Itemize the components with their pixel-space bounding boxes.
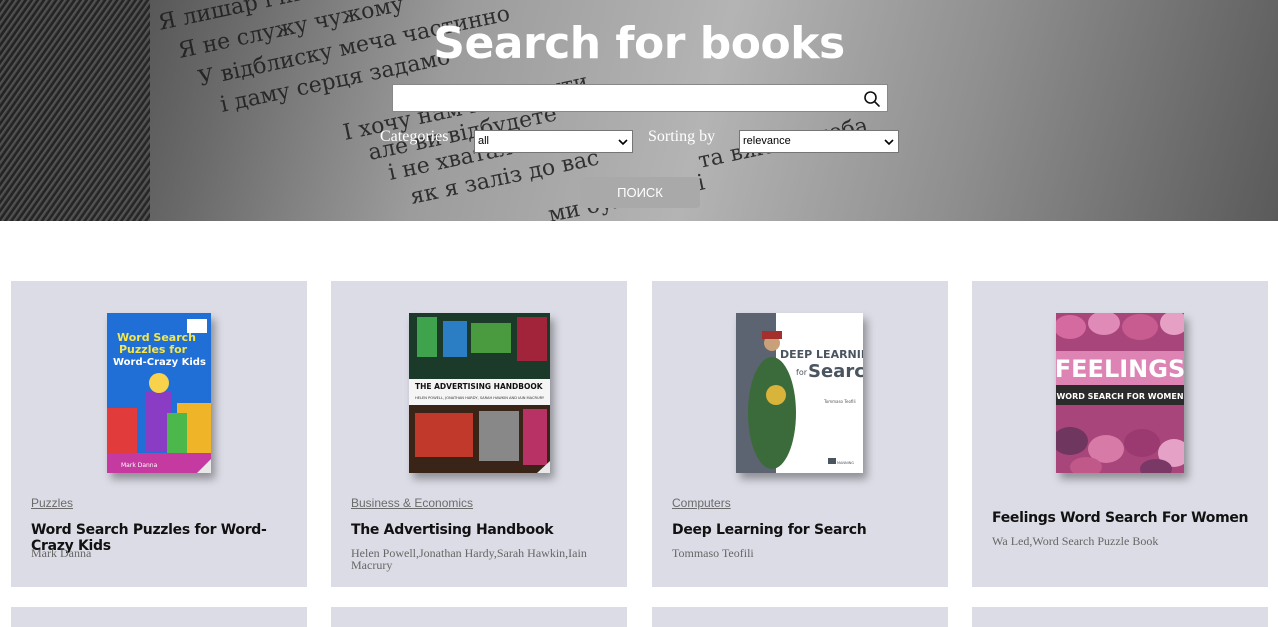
book-card[interactable]: DEEP LEARNING for Search Tommaso Teofili…: [652, 281, 948, 587]
book-author: Helen Powell,Jonathan Hardy,Sarah Hawkin…: [351, 546, 587, 572]
cover-subtitle: HELEN POWELL, JONATHAN HARDY, SARAH HAWK…: [415, 396, 545, 400]
cover-title-line: for: [796, 368, 808, 377]
book-cover[interactable]: THE ADVERTISING HANDBOOK HELEN POWELL, J…: [409, 313, 550, 473]
book-author: Wa Led,Word Search Puzzle Book: [992, 534, 1159, 548]
book-category-link[interactable]: Business & Economics: [351, 496, 473, 510]
categories-label: Categories: [380, 128, 449, 145]
hero-banner: Я лишар і пішов Я не служу чужому У відб…: [0, 0, 1278, 221]
sorting-selected-value: relevance: [743, 135, 791, 147]
sorting-label: Sorting by: [648, 128, 716, 145]
page-title: Search for books: [433, 18, 845, 69]
cover-title-line: Search: [808, 361, 863, 382]
book-cover-art: Word Search Puzzles for Word-Crazy Kids …: [107, 313, 211, 473]
search-input[interactable]: [393, 85, 853, 111]
sorting-select[interactable]: relevance: [739, 130, 899, 153]
cover-publisher: MANNING: [837, 461, 854, 465]
book-card[interactable]: THE ADVERTISING HANDBOOK HELEN POWELL, J…: [331, 281, 627, 587]
categories-select[interactable]: all: [474, 130, 633, 153]
cover-title-line: THE ADVERTISING HANDBOOK: [415, 382, 544, 391]
chevron-down-icon: [618, 139, 628, 146]
categories-selected-value: all: [478, 135, 490, 147]
cover-author: Tommaso Teofili: [823, 399, 856, 404]
book-cover-art: FEELINGS WORD SEARCH FOR WOMEN: [1056, 313, 1184, 473]
chevron-down-icon: [884, 139, 894, 146]
cover-title-line: DEEP LEARNING: [780, 348, 863, 361]
book-cover-art: THE ADVERTISING HANDBOOK HELEN POWELL, J…: [409, 313, 550, 473]
book-title[interactable]: The Advertising Handbook: [351, 522, 621, 538]
cover-title-line: Word-Crazy Kids: [113, 357, 206, 368]
book-author: Mark Danna: [31, 546, 92, 560]
cover-author: Mark Danna: [121, 462, 158, 469]
book-title[interactable]: Deep Learning for Search: [672, 522, 942, 538]
book-title[interactable]: Feelings Word Search For Women: [992, 510, 1262, 526]
book-card[interactable]: [11, 607, 307, 627]
book-author: Tommaso Teofili: [672, 546, 754, 560]
book-category-link[interactable]: Puzzles: [31, 496, 73, 510]
search-button[interactable]: ПОИСК: [580, 177, 700, 208]
book-cover[interactable]: DEEP LEARNING for Search Tommaso Teofili…: [736, 313, 863, 473]
book-category-link[interactable]: Computers: [672, 496, 731, 510]
search-box[interactable]: [392, 84, 888, 112]
book-card[interactable]: FEELINGS WORD SEARCH FOR WOMEN Feelings …: [972, 281, 1268, 587]
book-cover[interactable]: Word Search Puzzles for Word-Crazy Kids …: [107, 313, 211, 473]
cover-title-line: FEELINGS: [1056, 355, 1184, 383]
book-card[interactable]: Word Search Puzzles for Word-Crazy Kids …: [11, 281, 307, 587]
book-card[interactable]: [652, 607, 948, 627]
cover-subtitle: WORD SEARCH FOR WOMEN: [1056, 392, 1183, 401]
cover-title-line: Puzzles for: [119, 343, 188, 356]
book-cover[interactable]: FEELINGS WORD SEARCH FOR WOMEN: [1056, 313, 1184, 473]
book-cover-art: DEEP LEARNING for Search Tommaso Teofili…: [736, 313, 863, 473]
book-card[interactable]: [972, 607, 1268, 627]
book-card[interactable]: [331, 607, 627, 627]
search-icon[interactable]: [863, 90, 881, 108]
